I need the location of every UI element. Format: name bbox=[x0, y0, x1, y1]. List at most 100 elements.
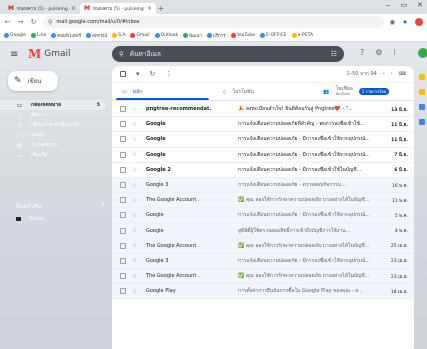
close-tab-icon[interactable]: × bbox=[71, 5, 76, 12]
bookmark-item[interactable]: e-PETA bbox=[291, 33, 313, 38]
search-options-icon[interactable]: ☷ bbox=[331, 50, 337, 58]
bookmark-item[interactable]: บริการ bbox=[206, 32, 226, 39]
email-row[interactable]: ☆ The Google Account . ✅ คุณ ลองใช้การรักษ… bbox=[112, 238, 414, 254]
contacts-icon[interactable] bbox=[418, 119, 425, 125]
back-arrow-icon[interactable]: ← bbox=[4, 18, 11, 26]
row-checkbox[interactable] bbox=[120, 151, 126, 158]
expand-icon: ⌄ bbox=[16, 151, 23, 159]
sidebar-item-1[interactable]: ☆ ติดดาว bbox=[0, 110, 106, 120]
email-row[interactable]: ☆ Google การแจ้งเตือนความปลอดภัย - มีการลง… bbox=[112, 132, 414, 148]
site-info-icon[interactable]: ⚲ bbox=[48, 19, 52, 26]
email-row[interactable]: ☆ Google ยูทิลิตี้ผู้ใช้ตรวจสอบสิทธิ์การเข… bbox=[112, 223, 414, 239]
email-row[interactable]: ☆ Google การแจ้งเตือนความปลอดภัย - มีการลง… bbox=[112, 148, 414, 163]
star-icon[interactable]: ☆ bbox=[132, 257, 140, 264]
sidebar-item-0[interactable]: ▭ กล่องจดหมาย 5 bbox=[0, 100, 106, 110]
sidebar-item-3[interactable]: ▷ ส่งแล้ว bbox=[0, 130, 106, 140]
keep-icon[interactable] bbox=[418, 89, 425, 95]
email-row[interactable]: ☆ pngtree-recommendat. 🎉 ลงทะเบียนสำเร็จ! … bbox=[112, 102, 414, 118]
help-icon[interactable]: ? bbox=[360, 48, 364, 57]
tab-primary[interactable]: ▭ หลัก bbox=[112, 83, 213, 100]
email-row[interactable]: ☆ Google 3 การแจ้งเตือนความปลอดภัย - ตรวจส… bbox=[112, 177, 414, 194]
star-icon[interactable]: ☆ bbox=[132, 197, 140, 204]
star-icon[interactable]: ☆ bbox=[132, 242, 140, 249]
row-checkbox[interactable] bbox=[120, 227, 126, 234]
next-page-icon[interactable]: › bbox=[391, 71, 393, 77]
refresh-icon[interactable]: ↻ bbox=[150, 70, 156, 78]
row-checkbox[interactable] bbox=[120, 273, 126, 280]
email-row[interactable]: ☆ The Google Account . ✅ คุณ ลองใช้การรักษ… bbox=[112, 193, 414, 209]
bookmark-item[interactable]: พัฒนา bbox=[183, 32, 202, 39]
bookmark-item[interactable]: คอมพิวเตอร์ bbox=[51, 32, 81, 39]
star-icon[interactable]: ☆ bbox=[132, 273, 140, 280]
bookmark-item[interactable]: Outlook bbox=[154, 33, 178, 38]
settings-gear-icon[interactable]: ⚙ bbox=[375, 48, 382, 57]
email-row[interactable]: ☆ Google Play การตั้งค่าการยืนยันการซื้อใน… bbox=[112, 284, 414, 300]
bookmark-item[interactable]: สหกรณ์ bbox=[86, 32, 107, 39]
maximize-button[interactable]: ▭ bbox=[401, 1, 408, 9]
browser-tab-0[interactable]: M หนองคาย (5) - pulsemg.rem@... × bbox=[4, 3, 80, 14]
email-row[interactable]: ☆ The Google Account . ✅ คุณ ลองใช้การรักษ… bbox=[112, 269, 414, 285]
row-checkbox[interactable] bbox=[120, 166, 126, 173]
sidebar-item-5[interactable]: ⌄ เพิ่มเติม bbox=[0, 150, 106, 160]
bookmark-item[interactable]: Line bbox=[30, 33, 46, 38]
tab-promotions[interactable]: ◇ โปรโมชัน bbox=[213, 83, 314, 100]
bookmark-item[interactable]: E-OFFICE bbox=[260, 33, 287, 38]
calendar-icon[interactable] bbox=[418, 74, 425, 80]
bookmark-item[interactable]: Google bbox=[4, 33, 26, 38]
bookmark-item[interactable]: Gmail bbox=[130, 33, 150, 38]
profile-avatar[interactable] bbox=[415, 18, 423, 26]
add-label-button[interactable]: + bbox=[101, 201, 106, 211]
close-tab-icon[interactable]: × bbox=[147, 5, 152, 12]
star-icon[interactable]: ☆ bbox=[132, 288, 140, 295]
bookmark-star-icon[interactable]: ★ bbox=[402, 18, 408, 26]
close-window-button[interactable]: ✕ bbox=[417, 1, 423, 9]
tasks-icon[interactable] bbox=[418, 104, 425, 110]
row-checkbox[interactable] bbox=[120, 212, 126, 219]
search-icon[interactable]: ⚲ bbox=[119, 50, 124, 58]
row-checkbox[interactable] bbox=[120, 257, 126, 264]
compose-button[interactable]: ✎ เขียน bbox=[8, 71, 58, 91]
keyboard-icon[interactable]: ⌨ bbox=[399, 71, 406, 77]
email-row[interactable]: ☆ Google การแจ้งเตือนความปลอดภัย - มีการลง… bbox=[112, 208, 414, 224]
more-options-icon[interactable]: ⋮ bbox=[165, 70, 172, 78]
star-icon[interactable]: ☆ bbox=[132, 121, 140, 128]
star-icon[interactable]: ☆ bbox=[132, 212, 140, 219]
apps-grid-icon[interactable]: ⁞ bbox=[393, 48, 396, 57]
select-dropdown-icon[interactable]: ▾ bbox=[136, 70, 140, 78]
search-bar[interactable]: ⚲ ค้นหาอีเมล ☷ bbox=[112, 46, 344, 62]
row-checkbox[interactable] bbox=[120, 136, 126, 143]
bookmark-item[interactable]: YouTube bbox=[230, 33, 255, 38]
account-avatar[interactable] bbox=[418, 48, 427, 58]
prev-page-icon[interactable]: ‹ bbox=[383, 71, 385, 77]
star-icon[interactable]: ☆ bbox=[132, 166, 140, 173]
row-checkbox[interactable] bbox=[120, 121, 126, 128]
star-icon[interactable]: ☆ bbox=[132, 227, 140, 234]
row-checkbox[interactable] bbox=[120, 242, 126, 249]
sidebar-item-2[interactable]: ◷ เลื่อนการแจ้งเตือนแล้ว bbox=[0, 120, 106, 130]
star-icon[interactable]: ☆ bbox=[132, 151, 140, 158]
tab-social[interactable]: 👥 โซเชียล YouTube 2 รายการใหม่ bbox=[313, 83, 414, 100]
eye-icon[interactable]: ◉ bbox=[390, 18, 396, 26]
row-checkbox[interactable] bbox=[120, 288, 126, 295]
url-bar[interactable]: ⚲ mail.google.com/mail/u/0/#inbox bbox=[43, 16, 384, 28]
row-checkbox[interactable] bbox=[120, 106, 126, 113]
star-icon[interactable]: ☆ bbox=[132, 136, 140, 143]
new-tab-button[interactable]: + bbox=[156, 3, 166, 14]
email-row[interactable]: ☆ Google การแจ้งเตือนความปลอดภัยที่สำคัญ -… bbox=[112, 117, 414, 133]
main-menu-icon[interactable]: ≡ bbox=[10, 49, 24, 60]
forward-arrow-icon[interactable]: → bbox=[17, 18, 24, 26]
minimize-button[interactable]: ‒ bbox=[386, 1, 390, 9]
bookmark-item[interactable]: S.A bbox=[112, 33, 125, 38]
label-notes[interactable]: Notes bbox=[16, 216, 43, 222]
star-icon[interactable]: ☆ bbox=[132, 182, 140, 189]
gmail-logo[interactable]: M Gmail bbox=[28, 47, 71, 61]
row-checkbox[interactable] bbox=[120, 197, 126, 204]
star-icon[interactable]: ☆ bbox=[132, 106, 140, 113]
email-row[interactable]: ☆ Google 3 การแจ้งเตือนความปลอดภัย - มีการ… bbox=[112, 253, 414, 270]
select-all-checkbox[interactable] bbox=[120, 71, 126, 77]
browser-tab-1[interactable]: M หนองคาย (5) - pulsemg.rem@... × bbox=[80, 3, 156, 14]
reload-icon[interactable]: ↻ bbox=[30, 18, 37, 26]
sidebar-item-4[interactable]: ▤ ร่างจดหมาย bbox=[0, 140, 106, 150]
row-checkbox[interactable] bbox=[120, 182, 126, 189]
email-row[interactable]: ☆ Google 2 การแจ้งเตือนความปลอดภัย - มีการ… bbox=[112, 163, 414, 178]
